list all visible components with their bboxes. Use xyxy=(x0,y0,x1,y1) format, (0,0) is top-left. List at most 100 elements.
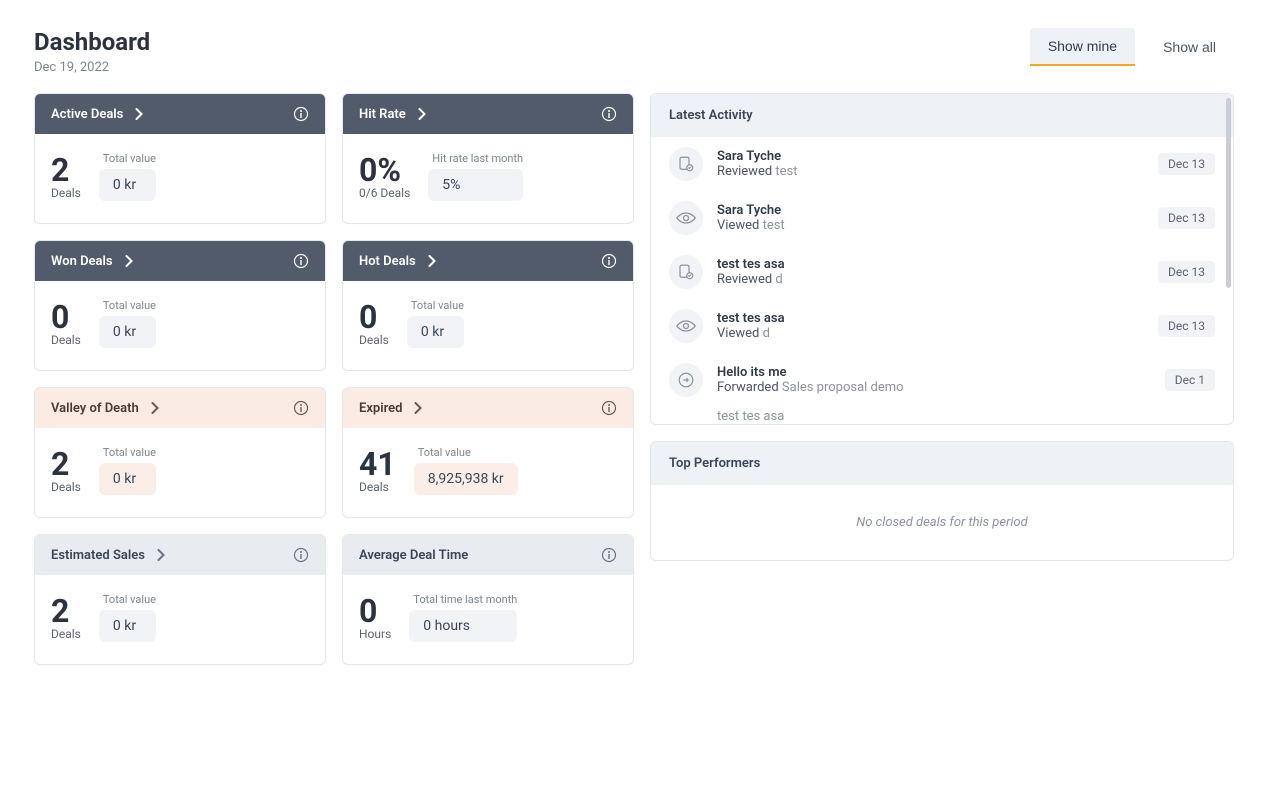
card-title: Valley of Death xyxy=(51,401,139,416)
latest-activity-panel: Latest Activity Sara TycheReviewed testD… xyxy=(650,93,1234,425)
chevron-right-icon xyxy=(125,255,134,267)
chevron-right-icon xyxy=(418,108,427,120)
viewed-icon xyxy=(669,309,703,343)
card-hot-deals[interactable]: Hot Deals 0 Deals Total value 0 kr xyxy=(342,240,634,371)
info-icon[interactable] xyxy=(293,106,309,122)
scrollbar[interactable] xyxy=(1225,94,1233,424)
value-pill: 0 kr xyxy=(99,463,156,495)
tab-show-mine[interactable]: Show mine xyxy=(1030,28,1135,66)
value-pill: 0 kr xyxy=(407,316,464,348)
value-label: Total value xyxy=(99,446,156,459)
activity-item[interactable]: Sara TycheViewed test Dec 13 xyxy=(651,191,1233,245)
value-label: Total value xyxy=(414,446,518,459)
metric-number: 0 xyxy=(359,301,377,333)
activity-cutoff: test tes asa xyxy=(651,407,1233,424)
chevron-right-icon xyxy=(157,549,166,561)
panel-title: Latest Activity xyxy=(651,94,1233,137)
dashboard-header: Dashboard Dec 19, 2022 Show mine Show al… xyxy=(34,28,1234,75)
metric-unit: Deals xyxy=(51,186,81,200)
metric-number: 0% xyxy=(359,154,401,186)
activity-date: Dec 13 xyxy=(1158,261,1215,283)
activity-what: Viewed test xyxy=(717,218,1144,233)
activity-what: Reviewed test xyxy=(717,164,1144,179)
activity-list[interactable]: Sara TycheReviewed testDec 13Sara TycheV… xyxy=(651,137,1233,424)
card-title: Average Deal Time xyxy=(359,548,468,563)
info-icon[interactable] xyxy=(293,547,309,563)
info-icon[interactable] xyxy=(601,547,617,563)
activity-who: Sara Tyche xyxy=(717,203,1144,218)
card-title: Hot Deals xyxy=(359,254,416,269)
metric-number: 2 xyxy=(51,448,69,480)
activity-what: Viewed d xyxy=(717,326,1144,341)
activity-what: Reviewed d xyxy=(717,272,1144,287)
page-date: Dec 19, 2022 xyxy=(34,60,150,75)
view-tabs: Show mine Show all xyxy=(1030,28,1234,66)
metric-unit: Deals xyxy=(359,480,389,494)
activity-who: Sara Tyche xyxy=(717,149,1144,164)
viewed-icon xyxy=(669,201,703,235)
metric-number: 0 xyxy=(51,301,69,333)
metric-unit: Deals xyxy=(359,333,389,347)
activity-date: Dec 13 xyxy=(1158,315,1215,337)
card-active-deals[interactable]: Active Deals 2 Deals Total value 0 kr xyxy=(34,93,326,224)
value-label: Total value xyxy=(99,299,156,312)
forwarded-icon xyxy=(669,363,703,397)
value-pill: 0 kr xyxy=(99,169,156,201)
chevron-right-icon xyxy=(151,402,160,414)
value-pill: 0 kr xyxy=(99,316,156,348)
activity-date: Dec 13 xyxy=(1158,207,1215,229)
card-hit-rate[interactable]: Hit Rate 0% 0/6 Deals Hit rate last mont… xyxy=(342,93,634,224)
card-title: Won Deals xyxy=(51,254,113,269)
info-icon[interactable] xyxy=(293,253,309,269)
value-label: Total value xyxy=(99,152,156,165)
activity-who: test tes asa xyxy=(717,257,1144,272)
page-title: Dashboard xyxy=(34,28,150,56)
info-icon[interactable] xyxy=(601,106,617,122)
activity-what: Forwarded Sales proposal demo xyxy=(717,380,1151,395)
card-estimated-sales[interactable]: Estimated Sales 2 Deals Total value 0 kr xyxy=(34,534,326,665)
value-label: Total value xyxy=(99,593,156,606)
activity-item[interactable]: test tes asaViewed d Dec 13 xyxy=(651,299,1233,353)
card-expired[interactable]: Expired 41 Deals Total value 8,925,938 k… xyxy=(342,387,634,518)
value-label: Total value xyxy=(407,299,464,312)
top-performers-panel: Top Performers No closed deals for this … xyxy=(650,441,1234,561)
info-icon[interactable] xyxy=(293,400,309,416)
metric-unit: Deals xyxy=(51,333,81,347)
card-title: Active Deals xyxy=(51,107,123,122)
chevron-right-icon xyxy=(414,402,423,414)
chevron-right-icon xyxy=(428,255,437,267)
value-pill: 8,925,938 kr xyxy=(414,463,518,495)
value-label: Hit rate last month xyxy=(428,152,523,165)
metric-number: 0 xyxy=(359,595,377,627)
metric-unit: Deals xyxy=(51,627,81,641)
value-pill: 5% xyxy=(428,169,523,201)
activity-item[interactable]: Sara TycheReviewed test Dec 13 xyxy=(651,137,1233,191)
panel-title: Top Performers xyxy=(651,442,1233,485)
metric-unit: 0/6 Deals xyxy=(359,186,410,200)
reviewed-icon xyxy=(669,147,703,181)
card-won-deals[interactable]: Won Deals 0 Deals Total value 0 kr xyxy=(34,240,326,371)
metric-number: 2 xyxy=(51,154,69,186)
activity-item[interactable]: test tes asaReviewed d Dec 13 xyxy=(651,245,1233,299)
value-label: Total time last month xyxy=(409,593,517,606)
metric-unit: Deals xyxy=(51,480,81,494)
info-icon[interactable] xyxy=(601,253,617,269)
reviewed-icon xyxy=(669,255,703,289)
card-average-deal-time[interactable]: Average Deal Time 0 Hours Total time las… xyxy=(342,534,634,665)
activity-date: Dec 13 xyxy=(1158,153,1215,175)
card-title: Hit Rate xyxy=(359,107,406,122)
card-valley-of-death[interactable]: Valley of Death 2 Deals Total value 0 kr xyxy=(34,387,326,518)
empty-state: No closed deals for this period xyxy=(651,485,1233,560)
value-pill: 0 kr xyxy=(99,610,156,642)
activity-who: Hello its me xyxy=(717,365,1151,380)
chevron-right-icon xyxy=(135,108,144,120)
info-icon[interactable] xyxy=(601,400,617,416)
metric-number: 41 xyxy=(359,448,396,480)
activity-who: test tes asa xyxy=(717,311,1144,326)
card-title: Estimated Sales xyxy=(51,548,145,563)
metric-unit: Hours xyxy=(359,627,391,641)
tab-show-all[interactable]: Show all xyxy=(1145,28,1234,66)
value-pill: 0 hours xyxy=(409,610,517,642)
activity-date: Dec 1 xyxy=(1165,369,1215,391)
activity-item[interactable]: Hello its meForwarded Sales proposal dem… xyxy=(651,353,1233,407)
